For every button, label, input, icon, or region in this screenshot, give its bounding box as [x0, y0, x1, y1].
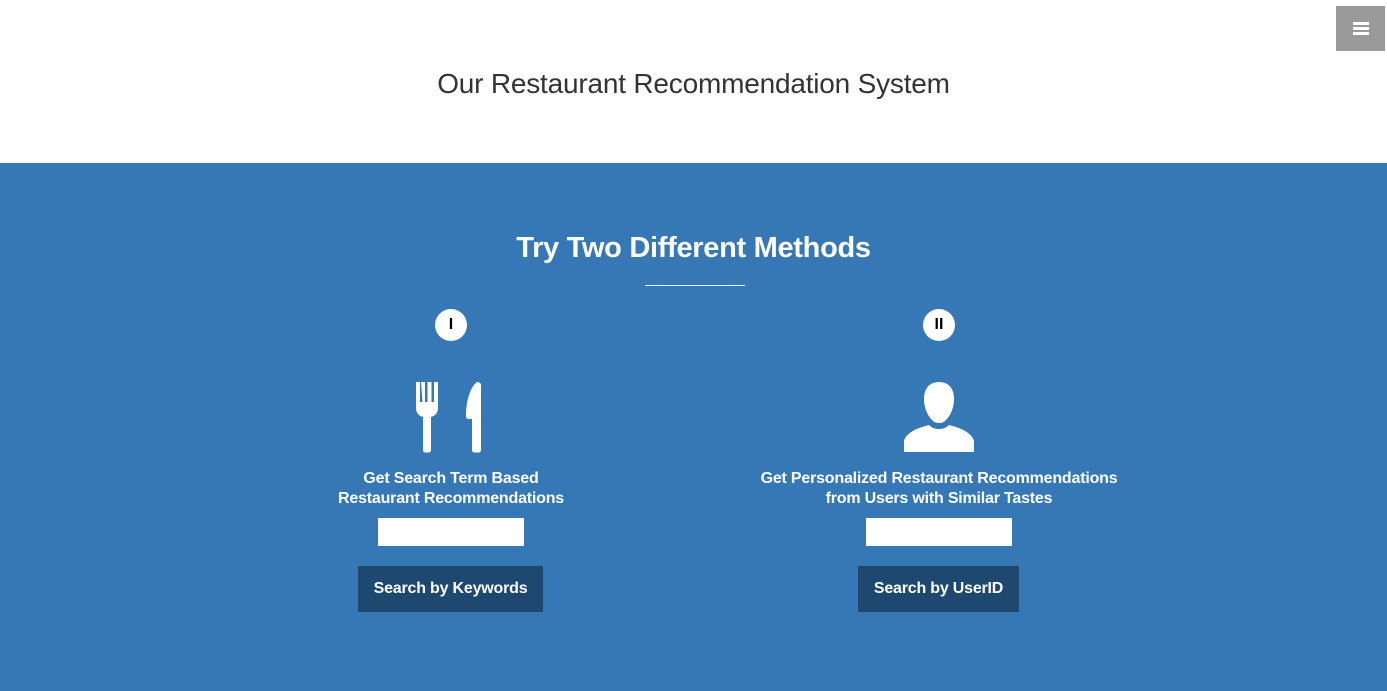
- menu-toggle-button[interactable]: [1336, 6, 1385, 51]
- section-title: Try Two Different Methods: [516, 232, 871, 264]
- page: Our Restaurant Recommendation System Try…: [0, 0, 1387, 691]
- method-description: Get Search Term Based Restaurant Recomme…: [241, 469, 661, 509]
- method-description: Get Personalized Restaurant Recommendati…: [729, 469, 1149, 509]
- section-divider: [645, 285, 745, 286]
- search-by-userid-button[interactable]: Search by UserID: [858, 566, 1019, 612]
- method-keywords: I Get Search Term Based Restaurant Recom…: [241, 309, 661, 619]
- method-description-line: Get Search Term Based: [363, 470, 539, 487]
- search-by-keywords-button[interactable]: Search by Keywords: [358, 566, 543, 612]
- methods-section: Try Two Different Methods I Get Search T…: [0, 163, 1387, 691]
- site-header: Our Restaurant Recommendation System: [0, 0, 1387, 163]
- method-description-line: Get Personalized Restaurant Recommendati…: [760, 470, 1118, 487]
- hamburger-menu-icon: [1352, 22, 1369, 35]
- fork-knife-icon: [416, 382, 481, 453]
- user-icon: [904, 382, 974, 452]
- method-description-line: from Users with Similar Tastes: [825, 490, 1053, 507]
- keyword-search-input[interactable]: [378, 518, 524, 546]
- method-numeral: I: [435, 309, 467, 341]
- site-title: Our Restaurant Recommendation System: [437, 68, 950, 99]
- method-numeral: II: [923, 309, 955, 341]
- method-description-line: Restaurant Recommendations: [338, 490, 564, 507]
- method-userid: II Get Personalized Restaurant Recommend…: [729, 309, 1149, 619]
- userid-search-input[interactable]: [866, 518, 1012, 546]
